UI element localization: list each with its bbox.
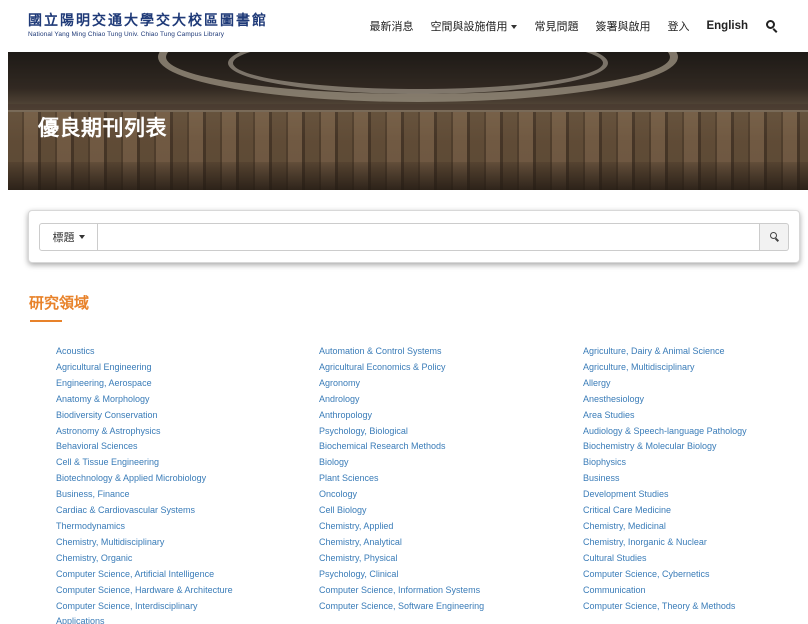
research-area-link[interactable]: Allergy <box>583 376 747 392</box>
research-column-1: Acoustics Agricultural Engineering Enginee… <box>56 344 233 624</box>
research-area-link[interactable]: Anesthesiology <box>583 392 747 408</box>
research-area-link[interactable]: Automation & Control Systems <box>319 344 484 360</box>
search-input[interactable] <box>98 223 760 251</box>
research-area-link[interactable]: Agriculture, Dairy & Animal Science <box>583 344 747 360</box>
research-area-link[interactable]: Computer Science, Software Engineering <box>319 599 484 615</box>
research-area-link[interactable]: Agronomy <box>319 376 484 392</box>
research-area-link[interactable]: Chemistry, Physical <box>319 551 484 567</box>
main-nav: 最新消息 空間與設施借用 常見問題 簽署與啟用 登入 English <box>352 0 778 52</box>
research-area-link[interactable]: Psychology, Biological <box>319 424 484 440</box>
research-areas-heading: 研究領域 <box>29 294 90 312</box>
search-submit-button[interactable] <box>760 223 789 251</box>
nav-news[interactable]: 最新消息 <box>369 18 413 34</box>
heading-underline <box>30 320 62 322</box>
research-area-link[interactable]: Biophysics <box>583 455 747 471</box>
research-column-2: Automation & Control Systems Agricultural… <box>319 344 484 614</box>
research-area-link[interactable]: Biodiversity Conservation <box>56 408 233 424</box>
research-area-link[interactable]: Oncology <box>319 487 484 503</box>
page-title: 優良期刊列表 <box>38 116 167 140</box>
research-area-link[interactable]: Biochemical Research Methods <box>319 439 484 455</box>
search-icon[interactable] <box>766 19 778 33</box>
research-area-link[interactable]: Behavioral Sciences <box>56 439 233 455</box>
research-area-link[interactable]: Chemistry, Analytical <box>319 535 484 551</box>
research-area-link[interactable]: Engineering, Aerospace <box>56 376 233 392</box>
research-area-link[interactable]: Biology <box>319 455 484 471</box>
research-column-3: Agriculture, Dairy & Animal Science Agric… <box>583 344 747 614</box>
caret-down-icon <box>78 235 85 239</box>
library-logo[interactable]: 國立陽明交通大學交大校區圖書館 National Yang Ming Chiao… <box>28 13 268 39</box>
research-area-link[interactable]: Plant Sciences <box>319 471 484 487</box>
search-panel: 標題 <box>28 210 800 263</box>
logo-english-name: National Yang Ming Chiao Tung Univ. Chia… <box>28 31 225 38</box>
research-area-link[interactable]: Business <box>583 471 747 487</box>
research-area-link[interactable]: Acoustics <box>56 344 233 360</box>
research-area-link[interactable]: Thermodynamics <box>56 519 233 535</box>
search-field-dropdown[interactable]: 標題 <box>39 223 98 251</box>
research-area-link[interactable]: Business, Finance <box>56 487 233 503</box>
research-area-link[interactable]: Agricultural Engineering <box>56 360 233 376</box>
nav-space-booking[interactable]: 空間與設施借用 <box>430 18 518 34</box>
logo-chinese-name: 國立陽明交通大學交大校區圖書館 <box>28 13 268 29</box>
nav-english[interactable]: English <box>706 20 748 32</box>
research-area-link[interactable]: Anthropology <box>319 408 484 424</box>
caret-down-icon <box>511 25 518 29</box>
search-bar: 標題 <box>39 223 789 251</box>
site-header: 國立陽明交通大學交大校區圖書館 National Yang Ming Chiao… <box>0 0 808 52</box>
research-area-link[interactable]: Computer Science, Interdisciplinary <box>56 599 233 615</box>
research-area-link[interactable]: Development Studies <box>583 487 747 503</box>
research-area-link[interactable]: Chemistry, Inorganic & Nuclear <box>583 535 747 551</box>
nav-login[interactable]: 登入 <box>667 18 689 34</box>
research-area-link[interactable]: Biochemistry & Molecular Biology <box>583 439 747 455</box>
research-area-link[interactable]: Chemistry, Multidisciplinary <box>56 535 233 551</box>
research-area-link[interactable]: Area Studies <box>583 408 747 424</box>
research-area-link[interactable]: Cell & Tissue Engineering <box>56 455 233 471</box>
research-area-link[interactable]: Chemistry, Applied <box>319 519 484 535</box>
research-area-link[interactable]: Andrology <box>319 392 484 408</box>
research-area-link[interactable]: Computer Science, Cybernetics <box>583 567 747 583</box>
research-area-link[interactable]: Anatomy & Morphology <box>56 392 233 408</box>
research-area-link[interactable]: Computer Science, Artificial Intelligenc… <box>56 567 233 583</box>
research-area-link[interactable]: Psychology, Clinical <box>319 567 484 583</box>
nav-sign-activate[interactable]: 簽署與啟用 <box>595 18 650 34</box>
nav-space-booking-label: 空間與設施借用 <box>430 20 508 33</box>
research-area-link[interactable]: Cardiac & Cardiovascular Systems <box>56 503 233 519</box>
research-area-link[interactable]: Biotechnology & Applied Microbiology <box>56 471 233 487</box>
research-area-link[interactable]: Agricultural Economics & Policy <box>319 360 484 376</box>
research-area-link[interactable]: Astronomy & Astrophysics <box>56 424 233 440</box>
research-area-link[interactable]: Computer Science, Theory & Methods <box>583 599 747 615</box>
research-area-link[interactable]: Audiology & Speech-language Pathology <box>583 424 747 440</box>
research-area-link[interactable]: Agriculture, Multidisciplinary <box>583 360 747 376</box>
research-area-link[interactable]: Cultural Studies <box>583 551 747 567</box>
research-area-link[interactable]: Cell Biology <box>319 503 484 519</box>
hero-banner: 優良期刊列表 <box>8 52 808 190</box>
research-area-link[interactable]: Communication <box>583 583 747 599</box>
research-area-link[interactable]: Critical Care Medicine <box>583 503 747 519</box>
nav-faq[interactable]: 常見問題 <box>534 18 578 34</box>
search-field-label: 標題 <box>52 231 75 244</box>
research-area-link[interactable]: Computer Science, Hardware & Architectur… <box>56 583 233 599</box>
research-area-link[interactable]: Chemistry, Organic <box>56 551 233 567</box>
research-area-link[interactable]: Applications <box>56 614 233 624</box>
research-area-link[interactable]: Chemistry, Medicinal <box>583 519 747 535</box>
research-area-link[interactable]: Computer Science, Information Systems <box>319 583 484 599</box>
